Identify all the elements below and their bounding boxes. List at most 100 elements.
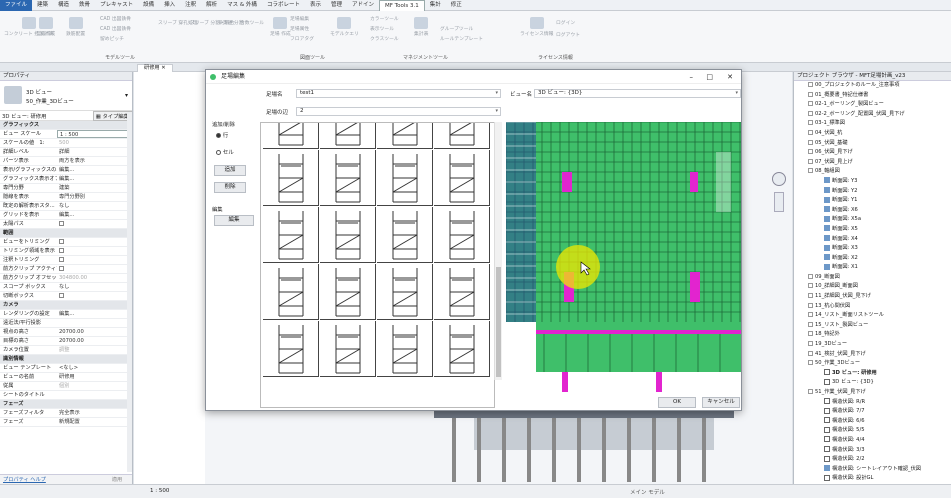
checkbox[interactable] [59,239,64,244]
scaffold-cell[interactable] [434,123,490,149]
menu-item[interactable]: 管理 [326,0,347,11]
browser-item[interactable]: 3D ビュー: 研修用 [794,369,951,379]
browser-item[interactable]: 構造伏図: 設計GL [794,474,951,484]
menu-item[interactable]: マス & 外構 [222,0,262,11]
property-value[interactable]: 詳細 [57,148,132,156]
status-model[interactable]: メイン モデル [630,488,665,496]
property-value[interactable] [57,247,132,255]
view-tab[interactable]: 研修用 ✕ [137,64,173,72]
scaffold-cell[interactable] [434,321,490,377]
menu-item[interactable]: 挿入 [159,0,180,11]
group-tool-button[interactable]: グループツール [440,25,473,32]
checkbox[interactable] [59,257,64,262]
scaffold-cell[interactable] [263,321,319,377]
browser-item[interactable]: 19_3Dビュー [794,340,951,350]
menu-item[interactable]: MF Tools 3.1 [379,0,425,11]
scaffold-cell[interactable] [320,123,376,149]
cad-steel-button-2[interactable]: CAD 出図鉄骨 [100,25,131,32]
menu-item[interactable]: 集計 [425,0,446,11]
browser-item[interactable]: 01_概要書_特記仕様書 [794,91,951,101]
menu-item[interactable]: 建築 [32,0,53,11]
scaffold-cell[interactable] [263,207,319,263]
menu-item[interactable]: コラボレート [262,0,305,11]
expand-icon[interactable] [808,302,813,308]
expand-icon[interactable] [808,149,813,155]
property-value[interactable]: なし [57,283,132,291]
browser-item[interactable]: 06_伏図_見下げ [794,148,951,158]
close-icon[interactable]: ✕ [727,70,733,84]
expand-icon[interactable] [808,82,813,87]
schedule-button[interactable]: 集計表 [414,17,428,37]
expand-icon[interactable] [808,101,813,107]
menu-item[interactable]: 解析 [201,0,222,11]
class-tool-button[interactable]: クラスツール [370,35,399,42]
scaffold-grid[interactable] [260,122,495,408]
property-value[interactable] [57,391,132,399]
scaffold-cell[interactable] [434,207,490,263]
radio-cell[interactable]: セル [216,148,234,156]
scaffold-cell[interactable] [434,150,490,206]
pitch-button[interactable]: 留めピッチ [100,35,124,42]
property-value[interactable]: なし [57,202,132,210]
expand-icon[interactable] [808,341,813,347]
property-value[interactable]: 調整 [57,346,132,354]
browser-item[interactable]: 断面図: Y3 [794,177,951,187]
zoom-control[interactable] [774,192,784,212]
expand-icon[interactable] [808,293,813,299]
property-value[interactable]: 完全表示 [57,409,132,417]
browser-item[interactable]: 断面図: X4 [794,235,951,245]
expand-icon[interactable] [808,360,813,366]
property-value[interactable]: 20700.00 [57,328,132,336]
menu-item[interactable]: 設備 [138,0,159,11]
expand-icon[interactable] [808,350,813,356]
property-value[interactable] [57,292,132,300]
browser-item[interactable]: 09_断面図 [794,273,951,283]
license-info-button[interactable]: ライセンス情報 [520,17,553,37]
property-value[interactable] [57,265,132,273]
browser-item[interactable]: 02-2_ボーリング_配置図_伏図_見下げ [794,110,951,120]
scaffold-create-button[interactable]: 足場 作成 [270,17,291,37]
delete-button[interactable]: 削除 [214,182,246,193]
expand-icon[interactable] [808,321,813,327]
scaffold-edit-button[interactable]: 足場編集 [290,15,309,22]
property-value[interactable]: 新規配置 [57,418,132,426]
scaffold-cell[interactable] [263,150,319,206]
browser-item[interactable]: 構造伏図: 4/4 [794,436,951,446]
property-value[interactable] [57,220,132,228]
property-section[interactable]: カメラ [0,301,132,310]
property-value[interactable]: 20700.00 [57,337,132,345]
expand-icon[interactable] [808,331,813,337]
properties-scrollbar[interactable] [127,112,132,472]
browser-item[interactable]: 15_リスト_製図ビュー [794,321,951,331]
browser-item[interactable]: 構造伏図: 2/2 [794,455,951,465]
property-value[interactable]: 個別 [57,382,132,390]
expand-icon[interactable] [808,91,813,97]
property-value[interactable] [57,238,132,246]
browser-item[interactable]: 3D ビュー: {3D} [794,378,951,388]
scaffold-cell[interactable] [377,264,433,320]
expand-icon[interactable] [808,168,813,174]
browser-item[interactable]: 断面図: X1 [794,263,951,273]
property-value[interactable]: 専門分野別 [57,193,132,201]
browser-item[interactable]: 断面図: Y1 [794,196,951,206]
logout-button[interactable]: ログアウト [556,31,580,38]
type-selector[interactable]: 3D ビュー 50_作業_3Dビュー ▾ [0,81,132,111]
checkbox[interactable] [59,266,64,271]
scaffold-cell[interactable] [377,321,433,377]
property-value[interactable]: 両方を表示 [57,157,132,165]
property-value[interactable]: 建築 [57,184,132,192]
property-value[interactable]: 500 [57,139,132,147]
checkbox[interactable] [59,221,64,226]
browser-item[interactable]: 13_杭心間伏図 [794,302,951,312]
browser-item[interactable]: 断面図: X5 [794,225,951,235]
expand-icon[interactable] [808,312,813,318]
login-button[interactable]: ログイン [556,19,575,26]
checkbox[interactable] [59,293,64,298]
property-value[interactable]: 編集... [57,310,132,318]
browser-item[interactable]: 04_伏図_杭 [794,129,951,139]
property-section[interactable]: フェーズ [0,400,132,409]
maximize-icon[interactable]: □ [706,70,713,84]
view-name-select[interactable]: 3D ビュー: {3D} ▾ [534,89,741,98]
edit-button[interactable]: 編集 [214,215,254,226]
browser-item[interactable]: 00_プロジェクトのルール_注意事項 [794,81,951,91]
